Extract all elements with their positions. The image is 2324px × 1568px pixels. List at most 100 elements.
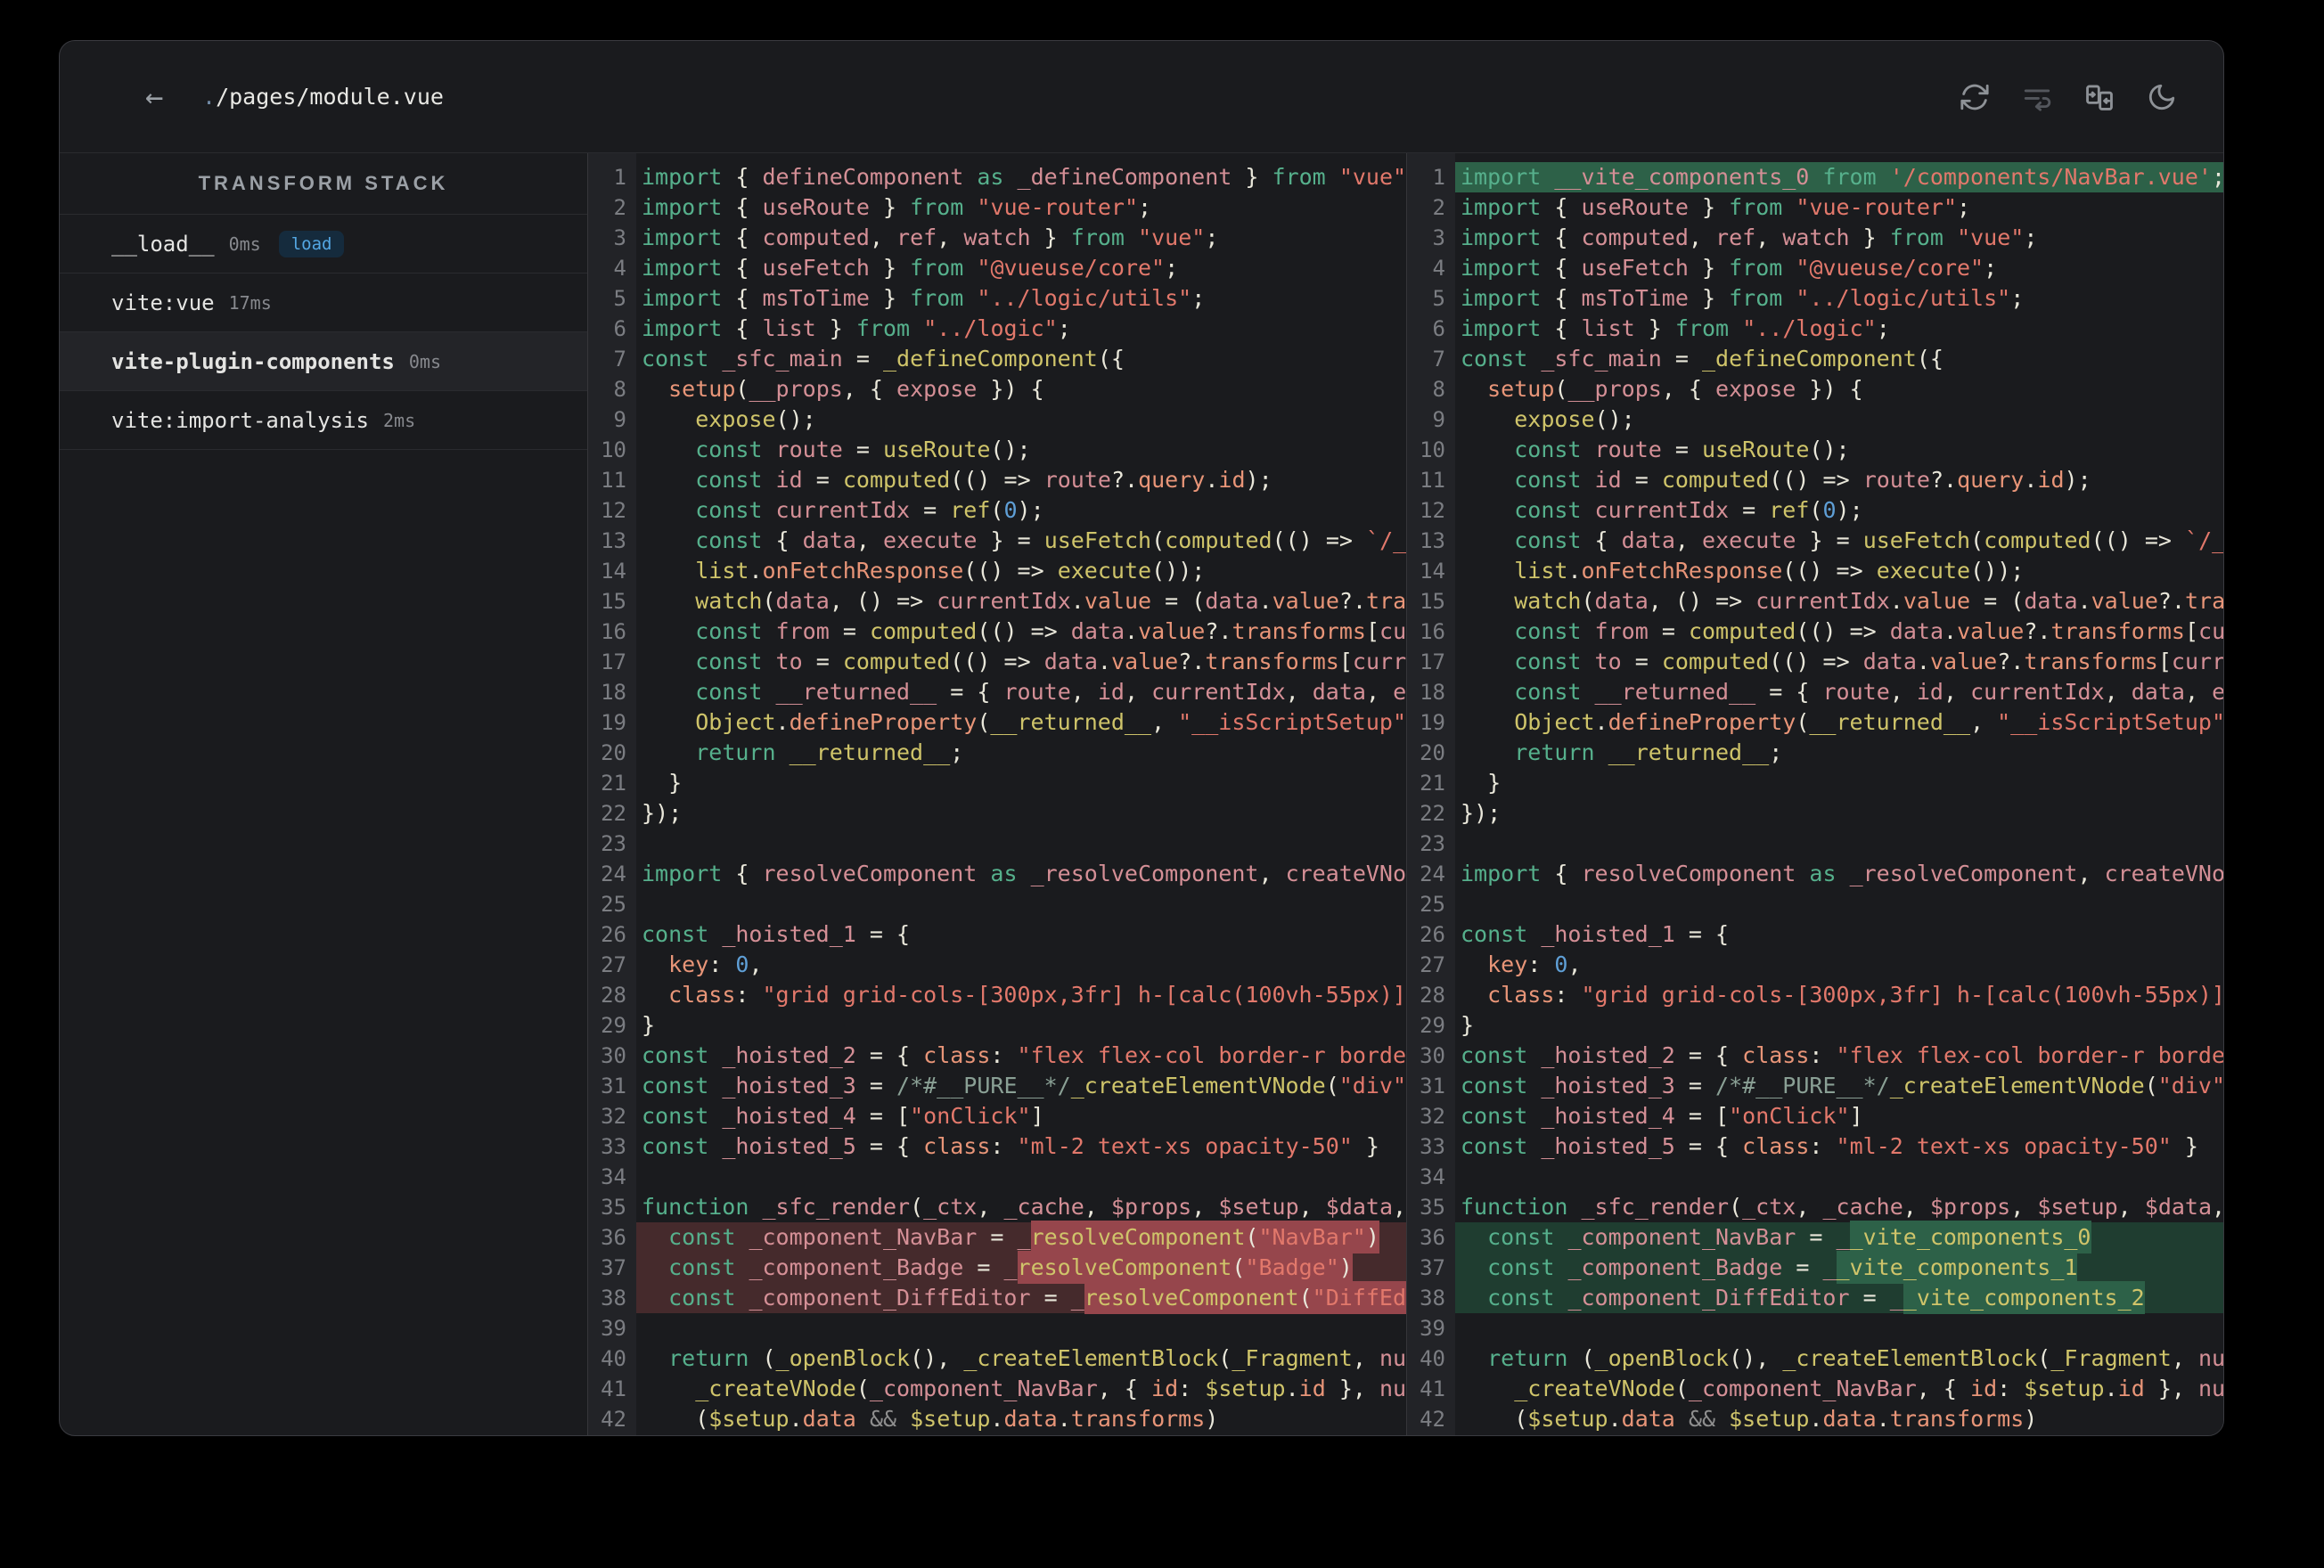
code-line: function _sfc_render(_ctx, _cache, $prop… — [642, 1194, 1406, 1220]
code-line: key: 0, — [668, 951, 763, 977]
inspect-window: ← ./pages/module.vue TRANSFORM STACK __l… — [59, 40, 2224, 1436]
plugin-name: vite-plugin-components — [111, 348, 395, 374]
line-number: 10 — [1420, 437, 1445, 462]
line-number: 39 — [1420, 1316, 1445, 1341]
code-line: import { list } from "../logic"; — [642, 315, 1071, 341]
line-number: 19 — [1420, 710, 1445, 735]
code-line: _createVNode(_component_NavBar, { id: $s… — [695, 1376, 1406, 1401]
line-number: 14 — [1420, 559, 1445, 584]
line-number: 17 — [1420, 649, 1445, 674]
code-line: import { useRoute } from "vue-router"; — [642, 194, 1152, 220]
code-line: const _hoisted_2 = { class: "flex flex-c… — [642, 1042, 1406, 1068]
plugin-time: 0ms — [408, 350, 442, 372]
line-number: 8 — [613, 377, 626, 402]
sidebar-item-vite-import-analysis[interactable]: vite:import-analysis 2ms — [60, 391, 587, 450]
sidebar-item--load-[interactable]: __load__ 0ms load — [60, 215, 587, 274]
diff-word-highlight: _vite_components_2 — [1903, 1281, 2145, 1314]
code-line: const currentIdx = ref(0); — [1514, 497, 1863, 523]
code-line: expose(); — [695, 406, 816, 432]
code-line: } — [1487, 770, 1502, 796]
diff-word-highlight: _vite_components_0 — [1849, 1221, 2091, 1254]
code-line: import { useRoute } from "vue-router"; — [1461, 194, 1971, 220]
line-number: 40 — [1420, 1346, 1445, 1371]
dark-mode-icon[interactable] — [2146, 81, 2178, 113]
plugin-name: __load__ — [111, 231, 215, 257]
line-number: 2 — [613, 195, 626, 220]
line-number: 5 — [613, 286, 626, 311]
diff-word-highlight: resolveComponent("Badge") — [1017, 1251, 1353, 1284]
code-line: list.onFetchResponse(() => execute()); — [695, 558, 1206, 584]
line-number: 21 — [1420, 771, 1445, 796]
line-number: 6 — [1432, 316, 1445, 341]
line-number: 11 — [601, 468, 626, 493]
code-line: const from = computed(() => data.value?.… — [695, 618, 1406, 644]
sidebar-item-vite-vue[interactable]: vite:vue 17ms — [60, 274, 587, 332]
code-line: const _hoisted_3 = /*#__PURE__*/_createE… — [1461, 1073, 2224, 1098]
code-line: const _hoisted_4 = ["onClick"] — [1461, 1103, 1863, 1129]
line-number: 28 — [601, 983, 626, 1008]
plugin-time: 17ms — [228, 291, 272, 314]
toolbar — [1959, 81, 2178, 113]
code-line: import { list } from "../logic"; — [1461, 315, 1890, 341]
code-line: const _component_NavBar = __vite_compone… — [1455, 1221, 2223, 1254]
code-line: const __returned__ = { route, id, curren… — [1514, 679, 2224, 705]
path-dot: . — [202, 84, 217, 110]
code-line: return (_openBlock(), _createElementBloc… — [1487, 1345, 2224, 1371]
line-number: 4 — [1432, 256, 1445, 281]
code-line: const _component_DiffEditor = _resolveCo… — [636, 1281, 1406, 1314]
code-line: import { resolveComponent as _resolveCom… — [642, 861, 1406, 886]
code-line: setup(__props, { expose }) { — [1487, 376, 1863, 402]
code-line: const _hoisted_4 = ["onClick"] — [642, 1103, 1044, 1129]
back-button[interactable]: ← — [145, 79, 181, 115]
line-number: 19 — [601, 710, 626, 735]
wrap-lines-icon[interactable] — [2021, 81, 2053, 113]
line-number: 9 — [613, 407, 626, 432]
line-number: 11 — [1420, 468, 1445, 493]
line-number: 24 — [601, 862, 626, 886]
code-line: return __returned__; — [1514, 739, 1783, 765]
code-line: class: "grid grid-cols-[300px,3fr] h-[ca… — [1487, 982, 2224, 1008]
code-line: }); — [1461, 800, 1502, 826]
line-number: 31 — [601, 1074, 626, 1098]
load-badge: load — [278, 230, 345, 257]
sidebar-item-vite-plugin-components[interactable]: vite-plugin-components 0ms — [60, 332, 587, 391]
line-number: 27 — [601, 952, 626, 977]
code-line: const id = computed(() => route?.query.i… — [695, 467, 1272, 493]
plugin-time: 2ms — [382, 409, 416, 431]
line-number: 7 — [613, 347, 626, 372]
code-line: expose(); — [1514, 406, 1635, 432]
code-line: const to = computed(() => data.value?.tr… — [1514, 649, 2224, 674]
code-line: import { useFetch } from "@vueuse/core"; — [642, 255, 1179, 281]
code-line: const _hoisted_2 = { class: "flex flex-c… — [1461, 1042, 2224, 1068]
code-line: import { msToTime } from "../logic/utils… — [1461, 285, 2025, 311]
line-number: 25 — [601, 892, 626, 917]
code-line: const from = computed(() => data.value?.… — [1514, 618, 2224, 644]
code-line: } — [642, 1012, 656, 1038]
refresh-icon[interactable] — [1959, 81, 1991, 113]
line-number: 15 — [1420, 589, 1445, 614]
line-number: 34 — [1420, 1164, 1445, 1189]
code-line: const route = useRoute(); — [695, 437, 1031, 462]
line-number: 18 — [1420, 680, 1445, 705]
line-number: 3 — [1432, 225, 1445, 250]
code-line: setup(__props, { expose }) { — [668, 376, 1044, 402]
line-number: 33 — [601, 1134, 626, 1159]
diff-pane-after: import __vite_components_0 from '/compon… — [1455, 153, 2224, 1435]
diff-word-highlight: resolveComponent("NavBar") — [1030, 1221, 1379, 1254]
split-view-icon[interactable] — [2083, 81, 2115, 113]
line-number: 1 — [613, 165, 626, 190]
line-number: 29 — [1420, 1013, 1445, 1038]
line-number: 26 — [1420, 922, 1445, 947]
code-line: import __vite_components_0 from '/compon… — [1455, 162, 2223, 192]
line-number: 13 — [601, 528, 626, 553]
line-number: 23 — [1420, 831, 1445, 856]
code-line: Object.defineProperty(__returned__, "__i… — [1514, 709, 2224, 735]
line-number: 13 — [1420, 528, 1445, 553]
line-number: 18 — [601, 680, 626, 705]
code-line: const _component_NavBar = _resolveCompon… — [636, 1221, 1406, 1254]
